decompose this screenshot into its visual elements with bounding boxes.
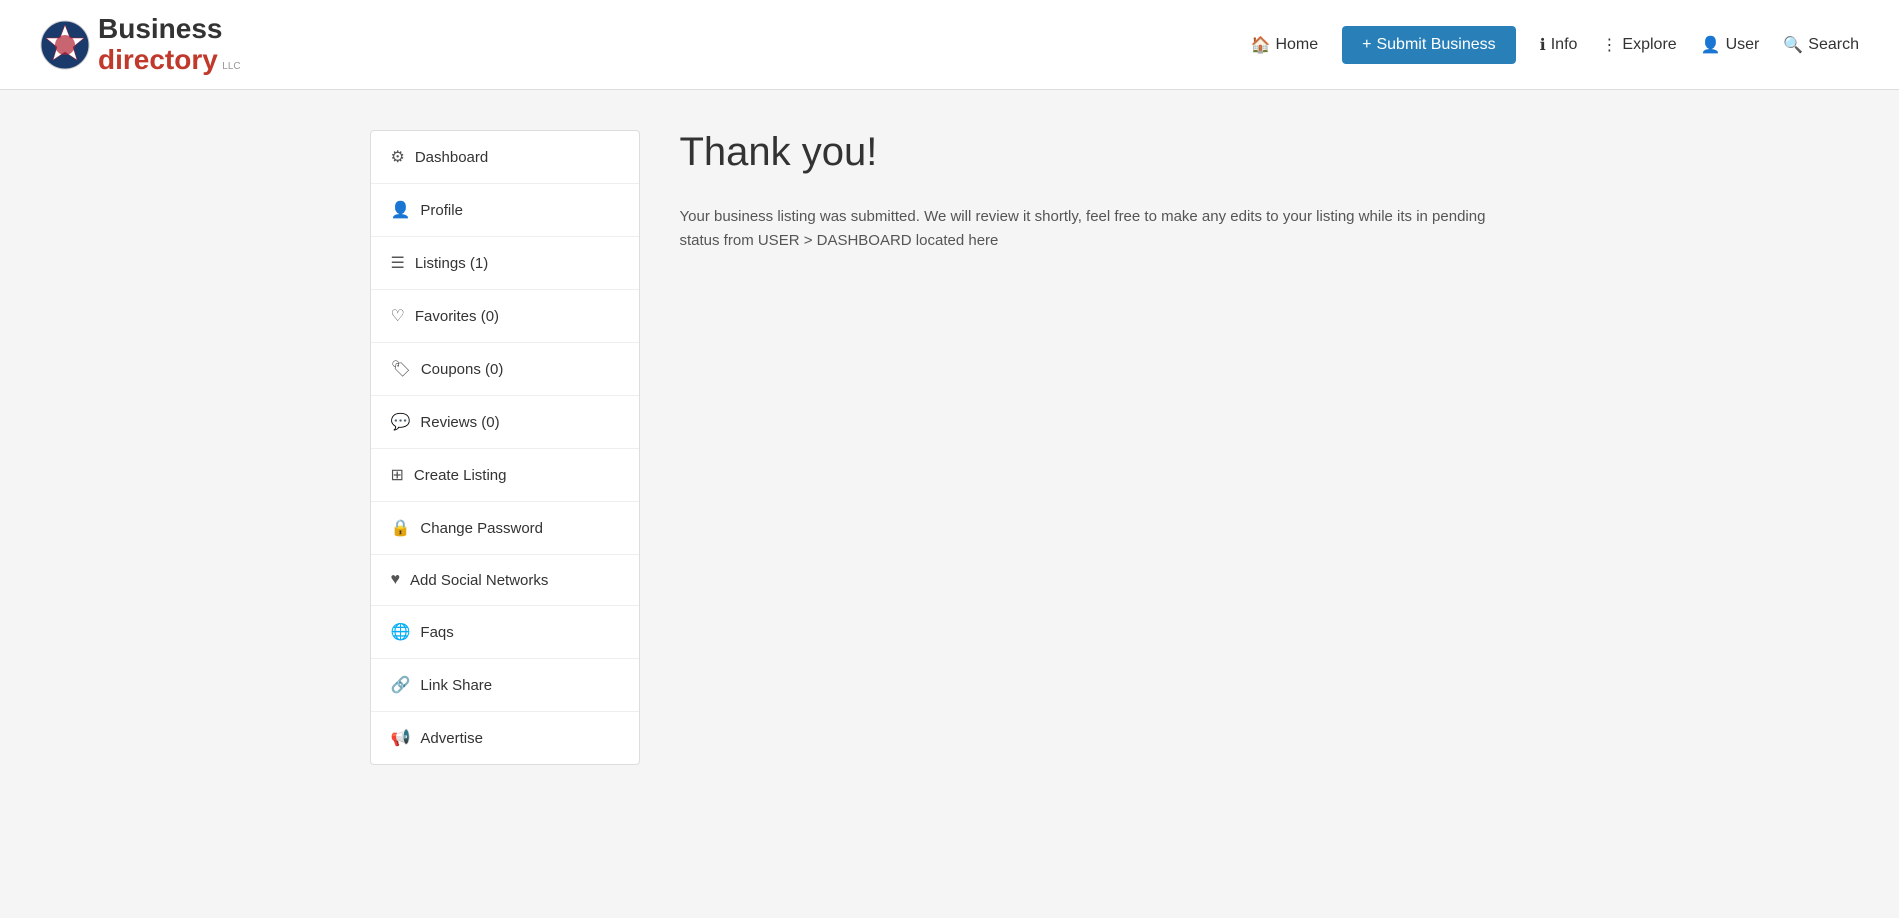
user-icon: 👤 bbox=[1701, 35, 1721, 55]
sidebar-item-change-password-label: Change Password bbox=[420, 520, 543, 537]
sidebar-item-create-listing-label: Create Listing bbox=[414, 467, 507, 484]
search-label: Search bbox=[1808, 36, 1859, 54]
add-social-networks-icon: ♥ bbox=[391, 571, 401, 589]
sidebar-item-link-share-label: Link Share bbox=[420, 677, 492, 694]
sidebar-item-listings-label: Listings (1) bbox=[415, 255, 488, 272]
sidebar-item-add-social-networks-label: Add Social Networks bbox=[410, 572, 548, 589]
sidebar-item-profile-label: Profile bbox=[420, 202, 463, 219]
main-nav: 🏠 Home + Submit Business ℹ Info ⋮ Explor… bbox=[1251, 26, 1859, 64]
sidebar-item-change-password[interactable]: 🔒 Change Password bbox=[371, 502, 639, 555]
page-title: Thank you! bbox=[680, 130, 1490, 175]
favorites-icon: ♡ bbox=[391, 306, 405, 326]
home-label: Home bbox=[1275, 36, 1318, 54]
thank-you-body: Your business listing was submitted. We … bbox=[680, 205, 1490, 253]
sidebar-item-link-share[interactable]: 🔗 Link Share bbox=[371, 659, 639, 712]
listings-icon: ☰ bbox=[391, 253, 405, 273]
logo[interactable]: Business directory LLC bbox=[40, 14, 241, 76]
sidebar: ⚙ Dashboard 👤 Profile ☰ Listings (1) ♡ F… bbox=[370, 130, 640, 765]
sidebar-item-dashboard-label: Dashboard bbox=[415, 149, 488, 166]
search-icon: 🔍 bbox=[1783, 35, 1803, 55]
user-link[interactable]: 👤 User bbox=[1701, 35, 1760, 55]
dashboard-icon: ⚙ bbox=[391, 147, 405, 167]
sidebar-item-favorites-label: Favorites (0) bbox=[415, 308, 499, 325]
main-content: ⚙ Dashboard 👤 Profile ☰ Listings (1) ♡ F… bbox=[350, 130, 1550, 765]
sidebar-item-reviews-label: Reviews (0) bbox=[420, 414, 499, 431]
sidebar-item-advertise-label: Advertise bbox=[420, 730, 483, 747]
sidebar-item-coupons-label: Coupons (0) bbox=[421, 361, 504, 378]
faqs-icon: 🌐 bbox=[391, 622, 411, 642]
reviews-icon: 💬 bbox=[391, 412, 411, 432]
logo-icon bbox=[40, 20, 90, 70]
info-link[interactable]: ℹ Info bbox=[1540, 35, 1578, 55]
sidebar-item-favorites[interactable]: ♡ Favorites (0) bbox=[371, 290, 639, 343]
logo-llc-text: LLC bbox=[222, 61, 240, 72]
logo-business-text: Business bbox=[98, 13, 223, 44]
sidebar-item-dashboard[interactable]: ⚙ Dashboard bbox=[371, 131, 639, 184]
coupons-icon: 🏷 bbox=[391, 359, 411, 379]
sidebar-item-faqs-label: Faqs bbox=[420, 624, 453, 641]
home-icon: 🏠 bbox=[1251, 35, 1271, 55]
info-label: Info bbox=[1551, 36, 1578, 54]
info-icon: ℹ bbox=[1540, 35, 1546, 55]
sidebar-item-profile[interactable]: 👤 Profile bbox=[371, 184, 639, 237]
sidebar-item-advertise[interactable]: 📢 Advertise bbox=[371, 712, 639, 764]
change-password-icon: 🔒 bbox=[391, 518, 411, 538]
header: Business directory LLC 🏠 Home + Submit B… bbox=[0, 0, 1899, 90]
submit-business-button[interactable]: + Submit Business bbox=[1342, 26, 1516, 64]
user-label: User bbox=[1726, 36, 1760, 54]
submit-icon: + bbox=[1362, 36, 1371, 54]
explore-icon: ⋮ bbox=[1601, 35, 1617, 55]
sidebar-item-listings[interactable]: ☰ Listings (1) bbox=[371, 237, 639, 290]
logo-directory-text: directory bbox=[98, 44, 218, 75]
home-link[interactable]: 🏠 Home bbox=[1251, 35, 1319, 55]
sidebar-item-create-listing[interactable]: ⊞ Create Listing bbox=[371, 449, 639, 502]
search-link[interactable]: 🔍 Search bbox=[1783, 35, 1859, 55]
sidebar-item-reviews[interactable]: 💬 Reviews (0) bbox=[371, 396, 639, 449]
advertise-icon: 📢 bbox=[391, 728, 411, 748]
sidebar-item-coupons[interactable]: 🏷 Coupons (0) bbox=[371, 343, 639, 396]
create-listing-icon: ⊞ bbox=[391, 465, 404, 485]
content-area: Thank you! Your business listing was sub… bbox=[640, 130, 1530, 765]
explore-label: Explore bbox=[1622, 36, 1676, 54]
explore-link[interactable]: ⋮ Explore bbox=[1601, 35, 1676, 55]
sidebar-item-add-social-networks[interactable]: ♥ Add Social Networks bbox=[371, 555, 639, 606]
submit-label: Submit Business bbox=[1376, 36, 1495, 54]
sidebar-item-faqs[interactable]: 🌐 Faqs bbox=[371, 606, 639, 659]
profile-icon: 👤 bbox=[391, 200, 411, 220]
link-share-icon: 🔗 bbox=[391, 675, 411, 695]
